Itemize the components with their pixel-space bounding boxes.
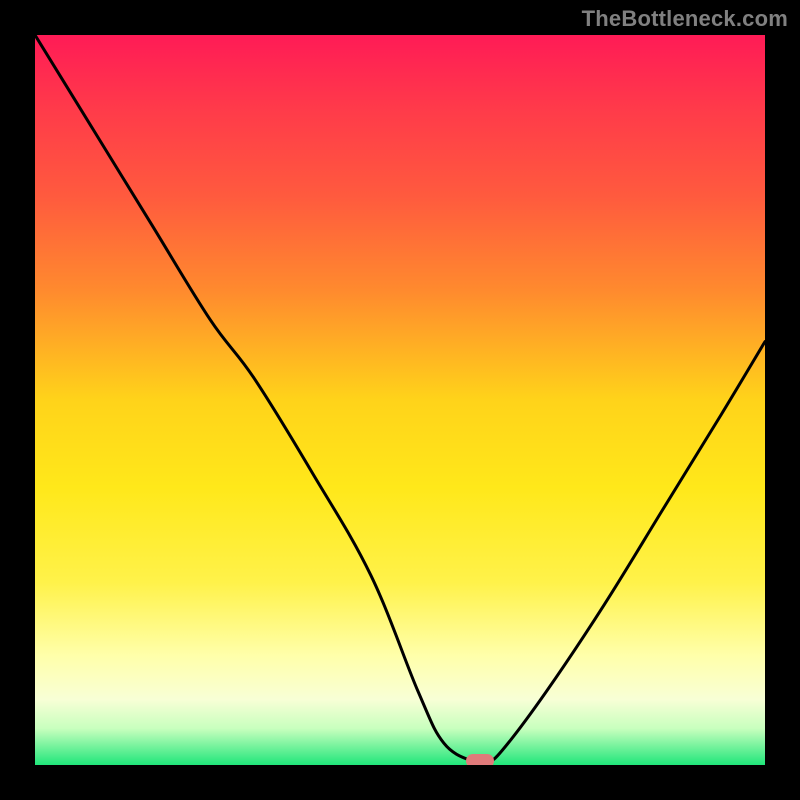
chart-root: TheBottleneck.com [0, 0, 800, 800]
optimal-marker [466, 754, 494, 765]
watermark-text: TheBottleneck.com [582, 6, 788, 32]
plot-area [35, 35, 765, 765]
bottleneck-curve [35, 35, 765, 765]
